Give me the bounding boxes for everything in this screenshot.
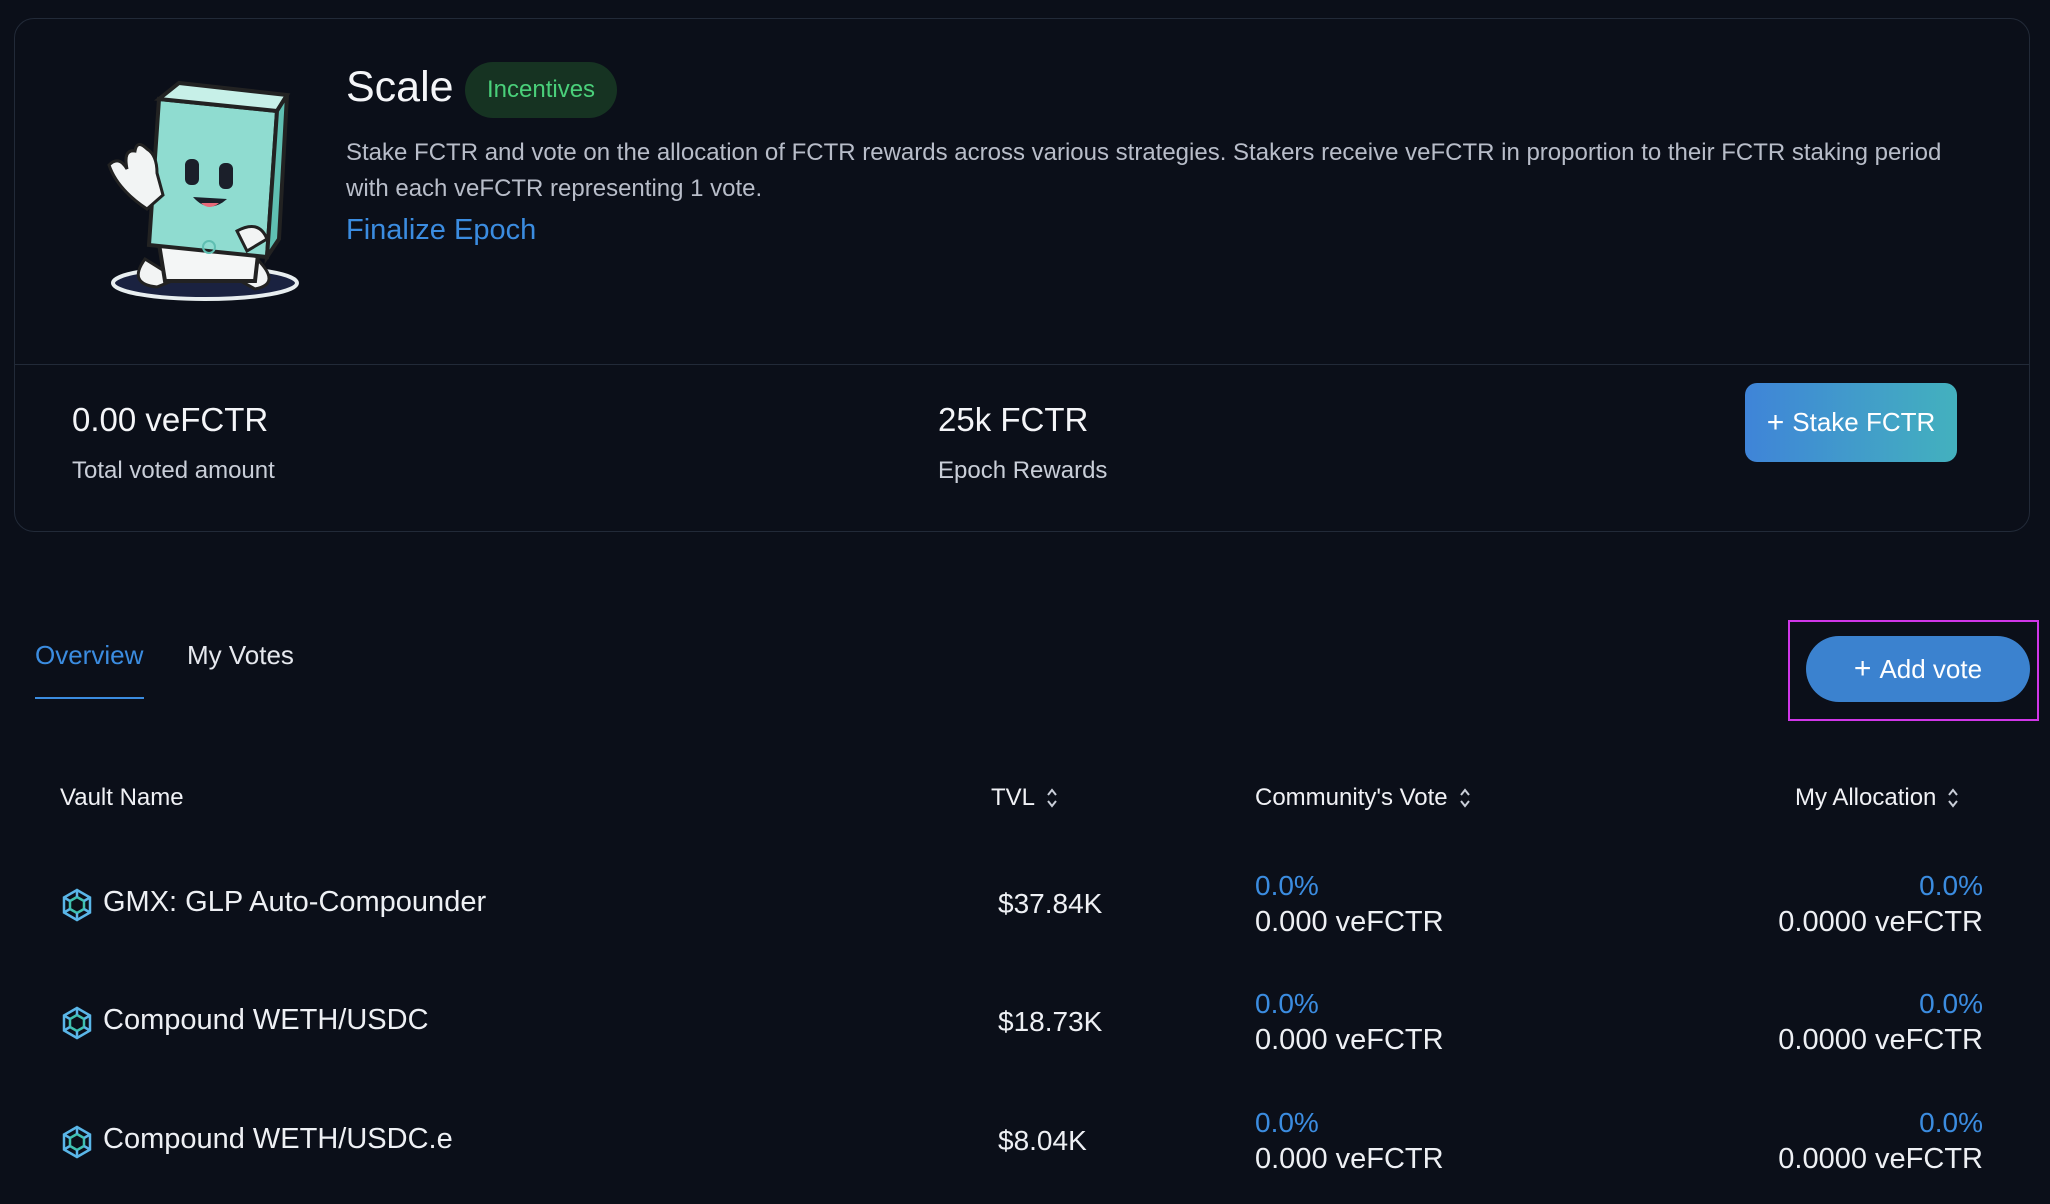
vault-icon <box>62 1006 92 1040</box>
plus-icon: + <box>1853 652 1872 685</box>
incentives-badge: Incentives <box>465 62 618 118</box>
sort-icon[interactable] <box>1946 786 1960 810</box>
my-allocation-amount: 0.0000 veFCTR <box>1778 906 1983 938</box>
mascot-illustration <box>107 80 299 301</box>
epoch-rewards-label: Epoch Rewards <box>938 457 1108 484</box>
page-title: Scale <box>346 63 454 111</box>
vault-name: GMX: GLP Auto-Compounder <box>103 886 487 918</box>
column-header-label: Community's Vote <box>1255 784 1448 811</box>
column-header-community-vote[interactable]: Community's Vote <box>1255 784 1472 812</box>
vault-name: Compound WETH/USDC.e <box>103 1123 453 1155</box>
add-vote-button[interactable]: + Add vote <box>1806 636 2030 702</box>
community-vote-percent: 0.0% <box>1255 870 1319 901</box>
sort-icon[interactable] <box>1045 786 1059 810</box>
community-vote-percent: 0.0% <box>1255 988 1319 1019</box>
column-header-vault-name: Vault Name <box>60 784 184 812</box>
table-row[interactable]: Compound WETH/USDC.e $8.04K 0.0% 0.000 v… <box>0 1097 2050 1204</box>
column-header-label: TVL <box>991 784 1036 811</box>
vault-tvl: $37.84K <box>998 888 1103 919</box>
vault-icon <box>62 1125 92 1159</box>
total-voted-amount-value: 0.00 veFCTR <box>72 401 269 438</box>
community-vote-percent: 0.0% <box>1255 1107 1319 1138</box>
vault-icon <box>62 888 92 922</box>
table-row[interactable]: GMX: GLP Auto-Compounder $37.84K 0.0% 0.… <box>0 860 2050 978</box>
sort-icon[interactable] <box>1458 786 1472 810</box>
community-vote-amount: 0.000 veFCTR <box>1255 1024 1444 1056</box>
active-tab-indicator <box>35 697 144 699</box>
card-header-section: Scale Incentives Stake FCTR and vote on … <box>15 19 2029 365</box>
vault-name: Compound WETH/USDC <box>103 1004 429 1036</box>
stake-fctr-button[interactable]: + Stake FCTR <box>1745 383 1957 462</box>
tab-my-votes[interactable]: My Votes <box>187 640 294 671</box>
epoch-rewards-value: 25k FCTR <box>938 401 1089 438</box>
column-header-label: My Allocation <box>1795 784 1937 811</box>
page-description: Stake FCTR and vote on the allocation of… <box>346 139 1942 202</box>
vault-tvl: $8.04K <box>998 1125 1087 1156</box>
column-header-tvl[interactable]: TVL <box>991 784 1059 812</box>
my-allocation-percent: 0.0% <box>1919 1107 1983 1138</box>
my-allocation-percent: 0.0% <box>1919 870 1983 901</box>
tab-overview[interactable]: Overview <box>35 640 143 671</box>
community-vote-amount: 0.000 veFCTR <box>1255 906 1444 938</box>
my-allocation-amount: 0.0000 veFCTR <box>1778 1143 1983 1175</box>
table-row[interactable]: Compound WETH/USDC $18.73K 0.0% 0.000 ve… <box>0 978 2050 1096</box>
total-voted-amount-label: Total voted amount <box>72 457 275 484</box>
my-allocation-percent: 0.0% <box>1919 988 1983 1019</box>
plus-icon: + <box>1766 405 1785 439</box>
scale-info-card: Scale Incentives Stake FCTR and vote on … <box>14 18 2030 532</box>
vault-tvl: $18.73K <box>998 1006 1103 1037</box>
add-vote-label: Add vote <box>1879 653 1983 684</box>
column-header-my-allocation[interactable]: My Allocation <box>1795 784 1960 812</box>
my-allocation-amount: 0.0000 veFCTR <box>1778 1024 1983 1056</box>
community-vote-amount: 0.000 veFCTR <box>1255 1143 1444 1175</box>
stake-fctr-label: Stake FCTR <box>1792 407 1936 437</box>
column-header-label: Vault Name <box>60 784 184 811</box>
finalize-epoch-link[interactable]: Finalize Epoch <box>346 214 536 247</box>
